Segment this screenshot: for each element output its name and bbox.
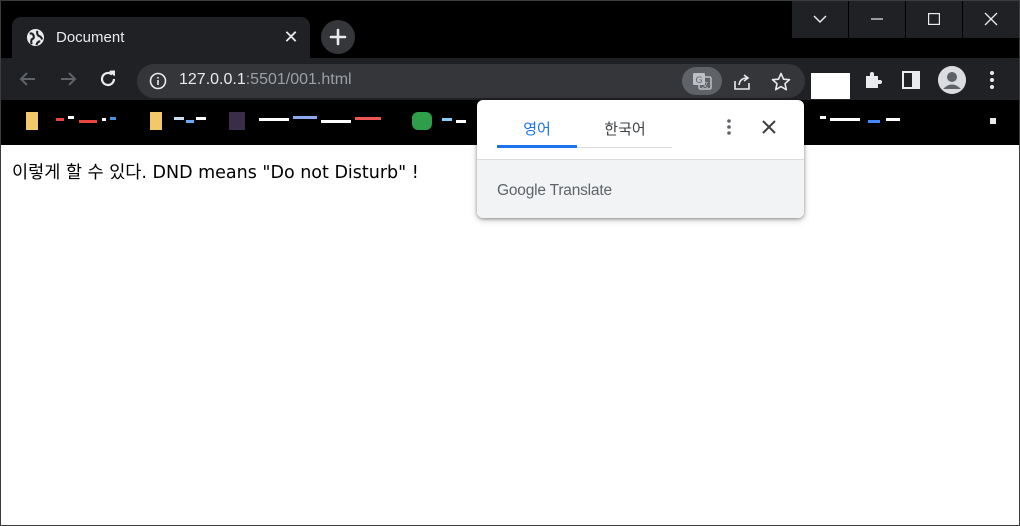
translate-wordmark: Translate: [549, 182, 612, 199]
folder-icon: [26, 112, 38, 130]
url-host: 127.0.0.1: [179, 71, 246, 88]
browser-tab[interactable]: Document ✕: [12, 17, 310, 58]
google-translate-logo: Google Translate: [497, 182, 612, 200]
reload-icon[interactable]: [97, 68, 119, 90]
close-icon: [984, 12, 998, 26]
globe-icon: [26, 28, 45, 47]
translate-popup: 영어 한국어 Google Translate: [477, 100, 804, 218]
profile-icon: [938, 66, 966, 94]
bookmark-item[interactable]: [229, 112, 389, 130]
minimize-icon: [871, 18, 883, 20]
more-options-icon[interactable]: [720, 117, 738, 137]
folder-icon: [150, 112, 162, 130]
tab-target-language[interactable]: 한국어: [585, 118, 665, 139]
svg-text:文: 文: [702, 80, 709, 89]
address-bar[interactable]: 127.0.0.1:5501/001.html G 文: [137, 64, 805, 98]
translate-page-button[interactable]: G 文: [682, 67, 722, 95]
tab-search-button[interactable]: [792, 0, 848, 38]
bookmark-item[interactable]: [148, 112, 212, 130]
tab-source-language[interactable]: 영어: [497, 118, 577, 139]
page-text: 이렇게 할 수 있다. DND means "Do not Disturb" !: [12, 163, 419, 183]
translate-footer: Google Translate: [477, 159, 804, 218]
extensions-puzzle-icon[interactable]: [861, 68, 885, 92]
url-text[interactable]: 127.0.0.1:5501/001.html: [179, 71, 352, 89]
url-path: :5501/001.html: [245, 71, 352, 88]
bookmark-item[interactable]: [24, 112, 124, 130]
bookmark-item[interactable]: [790, 112, 910, 130]
forward-arrow-icon[interactable]: [57, 68, 79, 90]
site-favicon-icon: [412, 112, 432, 130]
tab-title: Document: [56, 29, 125, 46]
active-tab-indicator: [497, 145, 577, 148]
minimize-button[interactable]: [849, 0, 905, 38]
close-window-button[interactable]: [963, 0, 1019, 38]
translate-icon: G 文: [693, 73, 712, 90]
share-icon[interactable]: [731, 71, 753, 93]
google-wordmark: Google: [497, 182, 546, 199]
maximize-icon: [928, 13, 940, 25]
profile-avatar[interactable]: [938, 66, 966, 94]
side-panel-icon[interactable]: [899, 68, 923, 92]
bookmarks-overflow-button[interactable]: [988, 112, 1000, 130]
menu-kebab-icon[interactable]: [980, 68, 1004, 92]
tab-close-icon[interactable]: ✕: [282, 28, 300, 46]
site-info-icon[interactable]: [149, 72, 167, 90]
bookmark-item[interactable]: [412, 112, 472, 130]
bookmark-star-icon[interactable]: [770, 71, 792, 93]
chevron-down-icon: [813, 15, 827, 24]
close-icon[interactable]: [761, 119, 777, 135]
plus-icon: [329, 28, 347, 46]
extension-placeholder[interactable]: [811, 73, 850, 99]
new-tab-button[interactable]: [321, 20, 355, 54]
maximize-button[interactable]: [906, 0, 962, 38]
toolbar: 127.0.0.1:5501/001.html G 文: [0, 58, 1020, 100]
site-favicon-icon: [229, 112, 245, 130]
language-tabs: 영어 한국어: [497, 100, 672, 148]
back-arrow-icon[interactable]: [17, 68, 39, 90]
